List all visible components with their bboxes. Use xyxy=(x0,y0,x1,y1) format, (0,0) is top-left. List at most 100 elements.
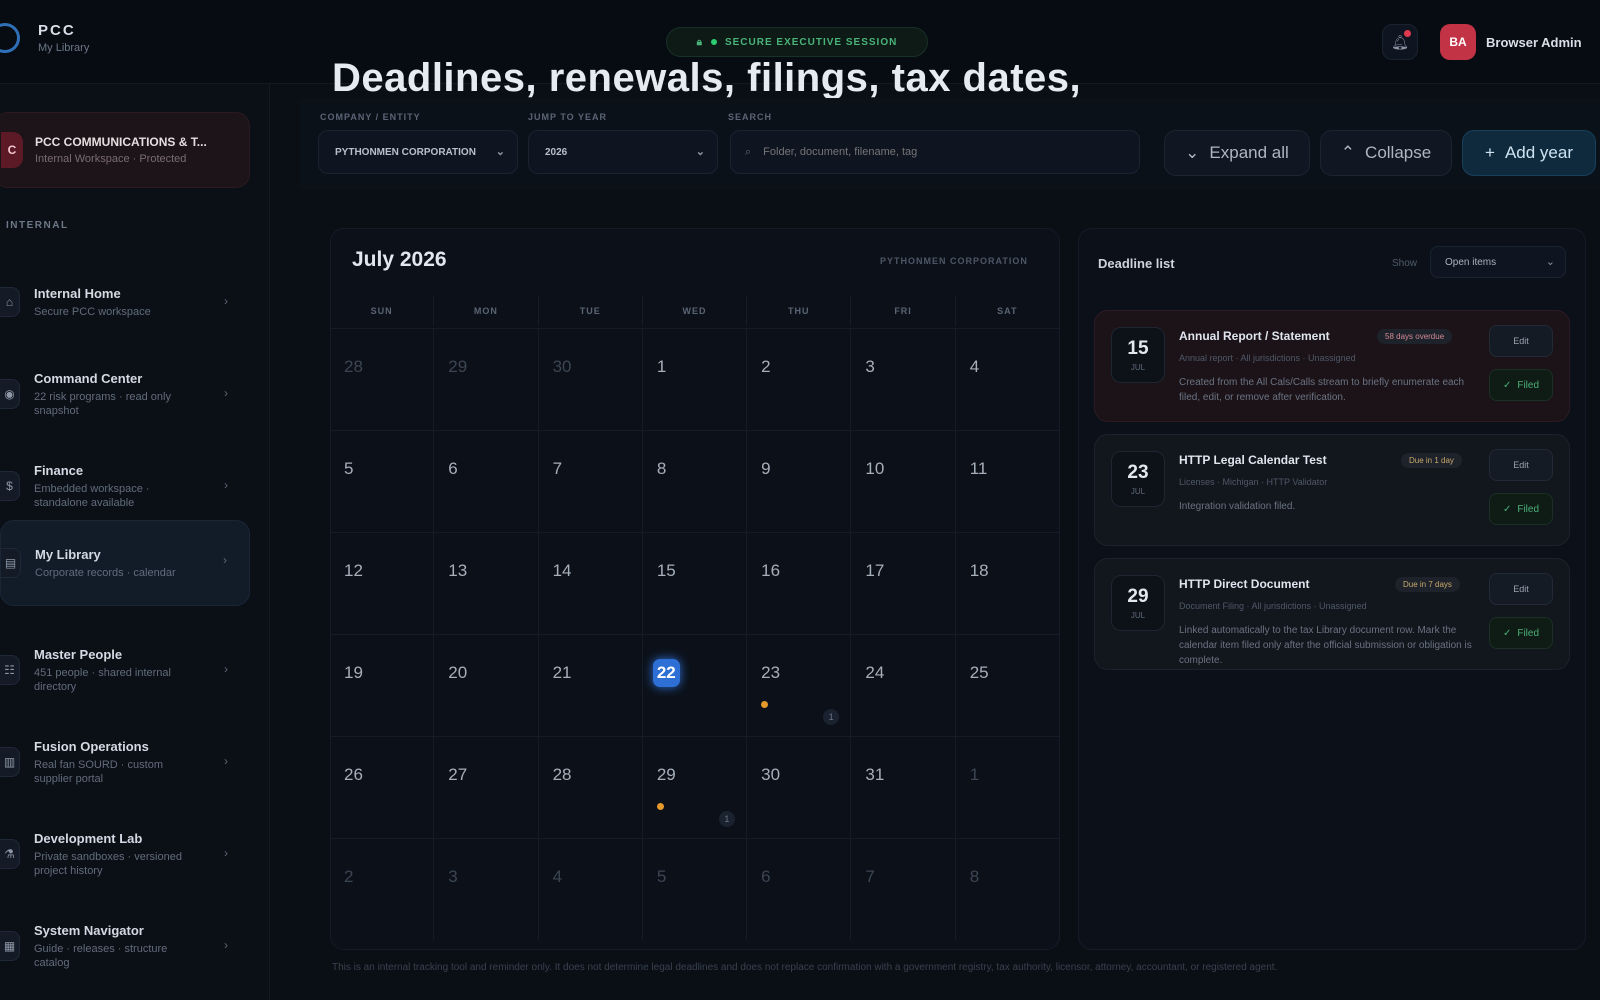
calendar-day[interactable]: 19 xyxy=(330,634,435,736)
notifications-button[interactable]: 🔔︎ xyxy=(1382,24,1418,60)
calendar-day-today[interactable]: 22 xyxy=(642,634,748,736)
company-select[interactable]: PYTHONMEN CORPORATION ⌄ xyxy=(318,130,518,174)
company-select-value: PYTHONMEN CORPORATION xyxy=(335,146,476,158)
day-number: 28 xyxy=(552,765,572,784)
day-number: 30 xyxy=(761,765,781,784)
deadline-description: Created from the All Cals/Calls stream t… xyxy=(1179,377,1465,403)
edit-button[interactable]: Edit xyxy=(1489,449,1553,481)
library-icon: ▤ xyxy=(1,548,21,578)
calendar-day[interactable]: 5 xyxy=(330,430,435,532)
calendar-day[interactable]: 30 xyxy=(747,736,852,838)
edit-button[interactable]: Edit xyxy=(1489,573,1553,605)
calendar-day[interactable]: 25 xyxy=(955,634,1060,736)
calendar-day[interactable]: 7 xyxy=(538,430,643,532)
day-number: 9 xyxy=(761,459,771,478)
calendar-day[interactable]: 4 xyxy=(538,838,643,940)
calendar-day[interactable]: 13 xyxy=(434,532,539,634)
calendar-day[interactable]: 26 xyxy=(330,736,435,838)
deadline-card[interactable]: 29 JUL HTTP Direct Document Due in 7 days… xyxy=(1094,558,1570,670)
user-menu[interactable]: BA Browser Admin xyxy=(1440,24,1582,60)
brand[interactable]: PCC My Library xyxy=(0,22,89,54)
calendar-day[interactable]: 11 xyxy=(955,430,1060,532)
calendar-day[interactable]: 1 xyxy=(642,328,748,430)
calendar-day[interactable]: 30 xyxy=(538,328,643,430)
weekday-label: TUE xyxy=(539,296,643,326)
calendar-day[interactable]: 12 xyxy=(330,532,435,634)
search-input[interactable] xyxy=(763,146,1094,158)
day-number: 27 xyxy=(448,765,468,784)
calendar-day[interactable]: 8 xyxy=(642,430,748,532)
calendar-day[interactable]: 16 xyxy=(747,532,852,634)
calendar-day[interactable]: 2 xyxy=(330,838,435,940)
calendar-day[interactable]: 17 xyxy=(851,532,956,634)
calendar-day[interactable]: 9 xyxy=(747,430,852,532)
logo-icon xyxy=(0,23,20,53)
calendar-day[interactable]: 28 xyxy=(538,736,643,838)
sidebar-item-internal-home[interactable]: ⌂ Internal Home Secure PCC workspace › xyxy=(0,262,250,342)
collapse-button[interactable]: ⌃ Collapse xyxy=(1320,130,1452,176)
expand-all-button[interactable]: ⌄ Expand all xyxy=(1164,130,1310,176)
sidebar-item-master-people[interactable]: ☷ Master People 451 people · shared inter… xyxy=(0,630,250,710)
calendar-day[interactable]: 10 xyxy=(851,430,956,532)
calendar-day[interactable]: 14 xyxy=(538,532,643,634)
day-number: 21 xyxy=(552,663,572,682)
calendar-day[interactable]: 5 xyxy=(642,838,748,940)
calendar-day[interactable]: 28 xyxy=(330,328,435,430)
mark-filed-button[interactable]: ✓ Filed xyxy=(1489,617,1553,649)
day-number: 14 xyxy=(552,561,572,580)
sidebar-item-development-lab[interactable]: ⚗ Development Lab Private sandboxes · ver… xyxy=(0,814,250,894)
calendar-day[interactable]: 31 xyxy=(851,736,956,838)
sidebar-item-subtitle: Real fan SOURD · custom supplier portal xyxy=(34,758,163,785)
day-number: 26 xyxy=(344,765,363,784)
calendar-day[interactable]: 21 xyxy=(538,634,643,736)
sidebar-item-command-center[interactable]: ◉ Command Center 22 risk programs · read … xyxy=(0,354,250,434)
calendar-day[interactable]: 1 xyxy=(955,736,1060,838)
day-number: 7 xyxy=(552,459,563,478)
calendar-day[interactable]: 20 xyxy=(434,634,539,736)
sidebar-item-my-library[interactable]: ▤ My Library Corporate records · calendar… xyxy=(0,520,250,606)
calendar-day[interactable]: 8 xyxy=(955,838,1060,940)
filed-label: Filed xyxy=(1517,503,1540,515)
calendar-day[interactable]: 24 xyxy=(851,634,956,736)
calendar-day[interactable]: 4 xyxy=(955,328,1060,430)
chevron-down-icon: ⌄ xyxy=(1185,143,1200,162)
flask-icon: ⚗ xyxy=(0,839,20,869)
calendar-day[interactable]: 3 xyxy=(851,328,956,430)
deadline-card[interactable]: 23 JUL HTTP Legal Calendar Test Due in 1 … xyxy=(1094,434,1570,546)
calendar-day[interactable]: 2 xyxy=(747,328,852,430)
edit-button[interactable]: Edit xyxy=(1489,325,1553,357)
sidebar-item-title: Command Center xyxy=(34,370,143,386)
add-year-button[interactable]: + Add year xyxy=(1462,130,1596,176)
sidebar-item-subtitle: 22 risk programs · read only snapshot xyxy=(34,390,171,417)
check-icon: ✓ xyxy=(1502,627,1512,639)
calendar-day[interactable]: 29 1 xyxy=(642,736,748,838)
chevron-down-icon: ⌄ xyxy=(495,146,505,158)
sidebar-item-finance[interactable]: $ Finance Embedded workspace · standalone… xyxy=(0,446,250,526)
deadline-date: 15 JUL xyxy=(1111,327,1165,383)
deadline-card[interactable]: 15 JUL Annual Report / Statement 58 days … xyxy=(1094,310,1570,422)
brand-subtitle: My Library xyxy=(38,42,90,54)
calendar-day[interactable]: 6 xyxy=(747,838,852,940)
calendar-day[interactable]: 3 xyxy=(434,838,539,940)
mark-filed-button[interactable]: ✓ Filed xyxy=(1489,493,1553,525)
calendar-day[interactable]: 7 xyxy=(851,838,956,940)
calendar-day[interactable]: 6 xyxy=(434,430,539,532)
calendar-day[interactable]: 29 xyxy=(434,328,539,430)
deadline-month: JUL xyxy=(1130,611,1146,620)
sidebar-item-fusion-operations[interactable]: ▥ Fusion Operations Real fan SOURD · cust… xyxy=(0,722,250,802)
check-icon: ✓ xyxy=(1502,379,1512,391)
chevron-right-icon: › xyxy=(223,553,227,567)
year-select[interactable]: 2026 ⌄ xyxy=(528,130,718,174)
calendar-day[interactable]: 27 xyxy=(434,736,539,838)
weekday-label: SUN xyxy=(330,296,435,326)
day-number: 8 xyxy=(969,867,980,886)
calendar-day[interactable]: 15 xyxy=(642,532,748,634)
day-number: 2 xyxy=(344,867,354,886)
mark-filed-button[interactable]: ✓ Filed xyxy=(1489,369,1553,401)
deadline-month: JUL xyxy=(1130,487,1146,496)
deadline-filter-select[interactable]: Open items ⌄ xyxy=(1430,246,1566,278)
sidebar-item-system-navigator[interactable]: ▦ System Navigator Guide · releases · str… xyxy=(0,906,250,986)
company-switcher[interactable]: C PCC COMMUNICATIONS & T... Internal Wor… xyxy=(0,112,250,188)
calendar-day[interactable]: 23 1 xyxy=(747,634,852,736)
calendar-day[interactable]: 18 xyxy=(955,532,1060,634)
